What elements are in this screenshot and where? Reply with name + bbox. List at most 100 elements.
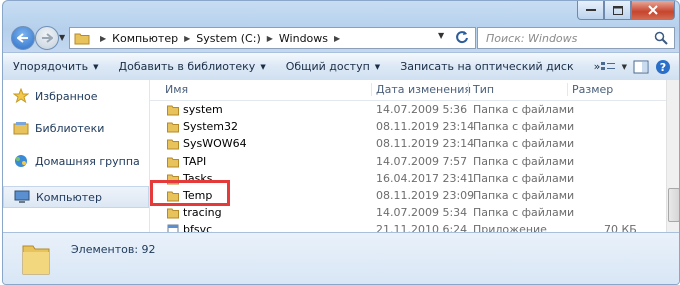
file-date: 14.07.2009 5:36 (376, 103, 468, 116)
library-icon (13, 122, 29, 135)
arrow-left-icon (17, 33, 28, 43)
search-input[interactable]: Поиск: Windows (477, 27, 675, 49)
file-list: Имя Дата изменения Тип Размер system 14.0… (150, 80, 666, 236)
homegroup-icon (15, 155, 27, 167)
burn-button[interactable]: Записать на оптический диск (390, 53, 583, 80)
minimize-icon (585, 9, 596, 11)
organize-button[interactable]: Упорядочить ▼ (3, 53, 109, 80)
file-row[interactable]: tracing 14.07.2009 5:34 Папка с файлами (150, 205, 666, 222)
sidebar-item-homegroup[interactable]: Домашняя группа (13, 153, 140, 169)
star-icon (13, 88, 29, 104)
command-bar: Упорядочить ▼ Добавить в библиотеку ▼ Общи… (3, 52, 679, 81)
breadcrumb-computer[interactable]: Компьютер (112, 32, 178, 45)
recent-pages-dropdown[interactable]: ▼ (59, 33, 65, 42)
file-date: 14.07.2009 7:57 (376, 154, 468, 168)
chevron-down-icon: ▼ (374, 62, 381, 71)
navigation-pane: Избранное Библиотеки Домашняя группа Ком… (3, 80, 150, 232)
address-history-dropdown[interactable]: ▼ (438, 31, 444, 40)
folder-icon (167, 208, 179, 219)
column-header-row: Имя Дата изменения Тип Размер (150, 80, 666, 101)
folder-icon (167, 122, 179, 133)
minimize-button[interactable] (577, 1, 604, 20)
file-name: TAPI (183, 154, 207, 168)
breadcrumb-drive[interactable]: System (C:) (196, 32, 261, 45)
column-header-size[interactable]: Размер (567, 83, 613, 96)
file-row[interactable]: SysWOW64 08.11.2019 23:14 Папка с файлами (150, 136, 666, 153)
breadcrumb-windows[interactable]: Windows (279, 32, 328, 45)
caption-buttons (577, 1, 675, 20)
address-bar[interactable]: ▶ Компьютер ▶ System (C:) ▶ Windows ▶ (69, 27, 476, 49)
search-placeholder: Поиск: Windows (486, 31, 578, 45)
preview-pane-icon[interactable] (633, 60, 649, 74)
maximize-button[interactable] (604, 1, 631, 20)
file-type: Папка с файлами (473, 103, 575, 116)
organize-label: Упорядочить (13, 60, 89, 73)
sidebar-item-label: Избранное (35, 89, 98, 103)
column-header-date[interactable]: Дата изменения (371, 83, 471, 96)
folder-icon (74, 33, 90, 45)
refresh-icon (456, 31, 468, 44)
column-header-name[interactable]: Имя (165, 83, 188, 96)
view-options-icon[interactable] (600, 60, 616, 74)
arrow-right-icon (42, 33, 53, 43)
chevron-down-icon: ▼ (93, 62, 99, 71)
highlight-box (150, 180, 230, 206)
file-date: 16.04.2017 23:41 (376, 171, 475, 185)
column-header-type[interactable]: Тип (468, 83, 494, 96)
content-area: Избранное Библиотеки Домашняя группа Ком… (3, 80, 679, 236)
scrollbar-thumb[interactable] (668, 188, 679, 222)
folder-icon (167, 105, 179, 116)
chevron-right-icon[interactable]: ▶ (267, 34, 273, 43)
folder-icon (167, 139, 179, 150)
sidebar-item-favorites[interactable]: Избранное (13, 88, 97, 104)
computer-icon (14, 190, 30, 203)
file-type: Папка с файлами (473, 189, 575, 202)
vertical-scrollbar[interactable] (666, 80, 679, 232)
search-icon[interactable] (654, 31, 668, 45)
sidebar-item-label: Домашняя группа (35, 154, 140, 168)
address-row: ▼ ▶ Компьютер ▶ System (C:) ▶ Windows ▶ … (3, 25, 679, 51)
file-name: System32 (183, 120, 239, 134)
sidebar-item-computer[interactable]: Компьютер (3, 186, 149, 208)
file-date: 08.11.2019 23:09 (376, 189, 475, 202)
forward-button[interactable] (35, 26, 59, 50)
sidebar-item-label: Компьютер (36, 190, 102, 204)
file-name: SysWOW64 (183, 137, 247, 151)
sidebar-item-label: Библиотеки (35, 121, 105, 135)
svg-text:?: ? (660, 61, 666, 74)
add-to-library-label: Добавить в библиотеку (118, 60, 256, 73)
file-row[interactable]: system 14.07.2009 5:36 Папка с файлами (150, 102, 666, 119)
burn-label: Записать на оптический диск (400, 60, 574, 73)
view-dropdown-icon[interactable]: ▼ (622, 63, 627, 71)
close-icon (648, 5, 658, 15)
add-to-library-button[interactable]: Добавить в библиотеку ▼ (109, 53, 276, 80)
file-type: Папка с файлами (473, 206, 575, 220)
file-name: tracing (183, 206, 222, 220)
view-controls: ▼ ? (600, 53, 671, 80)
chevron-right-icon[interactable]: ▶ (184, 34, 190, 43)
file-date: 08.11.2019 23:14 (376, 137, 475, 151)
file-date: 08.11.2019 23:14 (376, 120, 475, 134)
share-label: Общий доступ (285, 60, 370, 73)
file-row[interactable]: TAPI 14.07.2009 7:57 Папка с файлами (150, 154, 666, 171)
folder-icon (167, 157, 179, 168)
folder-icon (22, 245, 50, 275)
close-button[interactable] (631, 1, 675, 20)
chevron-right-icon[interactable]: ▶ (100, 34, 106, 43)
back-button[interactable] (11, 26, 35, 50)
file-type: Папка с файлами (473, 154, 575, 168)
file-type: Папка с файлами (473, 171, 575, 185)
file-row[interactable]: System32 08.11.2019 23:14 Папка с файлами (150, 119, 666, 136)
file-name: system (183, 103, 223, 116)
share-button[interactable]: Общий доступ ▼ (276, 53, 390, 80)
file-type: Папка с файлами (473, 137, 575, 151)
sidebar-item-libraries[interactable]: Библиотеки (13, 120, 104, 136)
help-icon[interactable]: ? (655, 59, 671, 75)
explorer-window: ▼ ▶ Компьютер ▶ System (C:) ▶ Windows ▶ … (2, 0, 680, 285)
refresh-button[interactable] (451, 27, 473, 47)
item-count: Элементов: 92 (71, 243, 156, 256)
chevron-down-icon: ▼ (260, 62, 266, 71)
chevron-right-icon[interactable]: ▶ (334, 34, 340, 43)
details-pane: Элементов: 92 (3, 232, 679, 284)
maximize-icon (612, 5, 623, 15)
